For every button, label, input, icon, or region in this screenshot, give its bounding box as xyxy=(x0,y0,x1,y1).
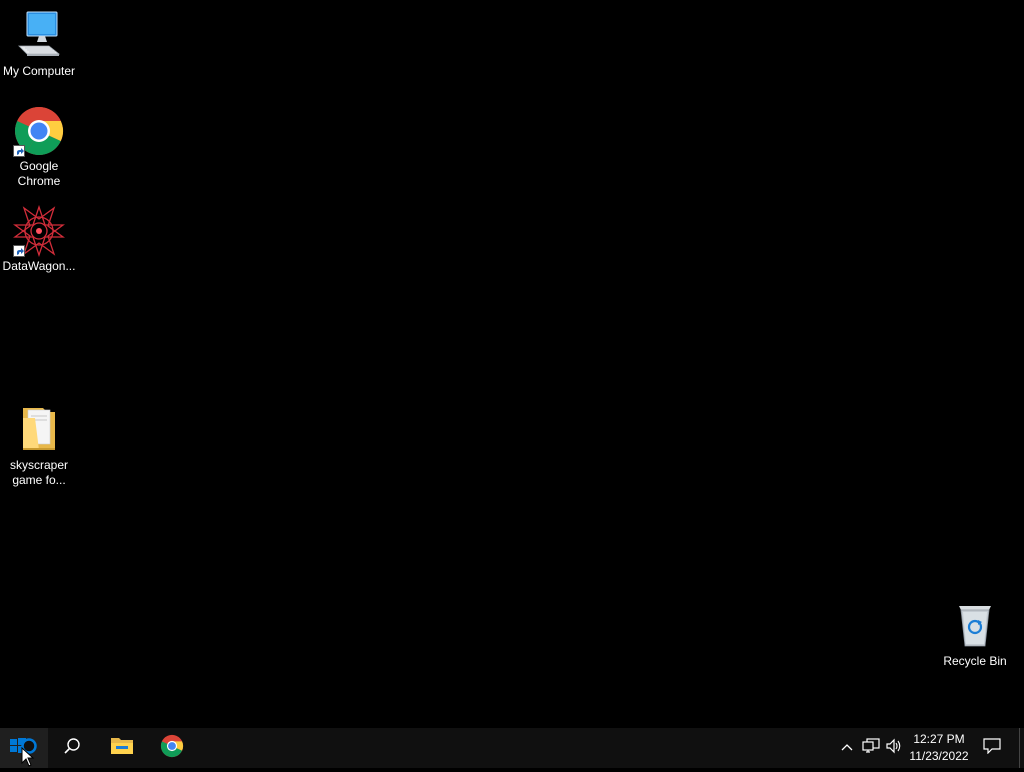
desktop-icon-my-computer[interactable]: My Computer xyxy=(0,10,78,79)
search-button[interactable] xyxy=(48,728,96,768)
desktop: My Computer Google Chrome DataWagon... s… xyxy=(0,0,1024,728)
folder-icon xyxy=(13,404,65,456)
clock-date: 11/23/2022 xyxy=(909,749,969,763)
mouse-cursor-icon xyxy=(21,746,35,772)
show-desktop-button[interactable] xyxy=(1019,728,1024,768)
shortcut-arrow-icon xyxy=(13,145,25,157)
clock-time: 12:27 PM xyxy=(913,732,965,746)
desktop-icon-label: DataWagon... xyxy=(2,259,76,273)
desktop-icon-label: My Computer xyxy=(2,64,76,78)
desktop-icon-label: Recycle Bin xyxy=(943,654,1007,668)
computer-icon xyxy=(13,10,65,62)
show-hidden-icons-button[interactable] xyxy=(838,728,856,768)
recycle-bin-icon xyxy=(949,600,1001,652)
network-icon xyxy=(862,737,880,759)
desktop-icon-google-chrome[interactable]: Google Chrome xyxy=(0,105,78,189)
search-icon xyxy=(63,737,81,760)
chevron-up-icon xyxy=(840,739,854,757)
clock-button[interactable]: 12:27 PM 11/23/2022 xyxy=(902,728,976,768)
network-button[interactable] xyxy=(860,728,882,768)
volume-button[interactable] xyxy=(884,728,904,768)
shortcut-arrow-icon xyxy=(13,245,25,257)
taskbar: 12:27 PM 11/23/2022 xyxy=(0,728,1024,768)
chrome-icon xyxy=(160,734,184,763)
file-explorer-button[interactable] xyxy=(98,728,146,768)
desktop-icon-datawagon[interactable]: DataWagon... xyxy=(0,204,78,274)
volume-icon xyxy=(885,738,903,759)
chrome-taskbar-button[interactable] xyxy=(148,728,196,768)
chrome-icon xyxy=(13,105,65,157)
desktop-icon-skyscraper-folder[interactable]: skyscraper game fo... xyxy=(0,404,78,488)
desktop-icon-recycle-bin[interactable]: Recycle Bin xyxy=(936,600,1014,669)
desktop-icon-label: Google Chrome xyxy=(17,159,61,188)
file-explorer-icon xyxy=(110,736,134,761)
datawagon-icon xyxy=(13,204,65,258)
notification-icon xyxy=(983,737,1001,759)
notification-button[interactable] xyxy=(978,728,1006,768)
desktop-icon-label: skyscraper game fo... xyxy=(9,458,68,487)
